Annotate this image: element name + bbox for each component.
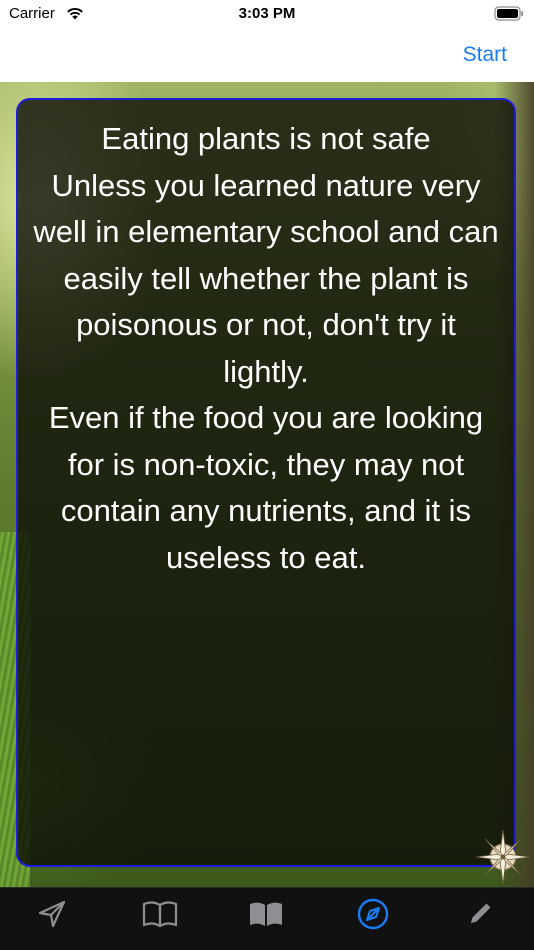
tab-send[interactable] [32,896,72,932]
info-card-text: Eating plants is not safe Unless you lea… [33,121,499,575]
navigation-bar: Start [0,30,534,82]
start-button[interactable]: Start [463,43,507,67]
tab-bar [0,887,534,950]
status-bar: Carrier 3:03 PM [0,0,534,30]
battery-icon [494,6,523,21]
app-screen: Carrier 3:03 PM Start Eating plants is n… [0,0,534,950]
info-card: Eating plants is not safe Unless you lea… [16,98,516,867]
book-open-icon [142,901,178,928]
book-filled-icon [250,902,282,926]
compass-icon [357,898,389,930]
compass-rose-icon[interactable] [474,828,532,886]
pencil-icon [471,903,491,923]
tab-book-filled[interactable] [246,896,286,932]
tab-compass[interactable] [353,896,393,932]
tab-book-open[interactable] [140,896,180,932]
status-time: 3:03 PM [238,5,296,22]
send-icon [38,900,66,928]
tab-pencil[interactable] [460,896,500,932]
